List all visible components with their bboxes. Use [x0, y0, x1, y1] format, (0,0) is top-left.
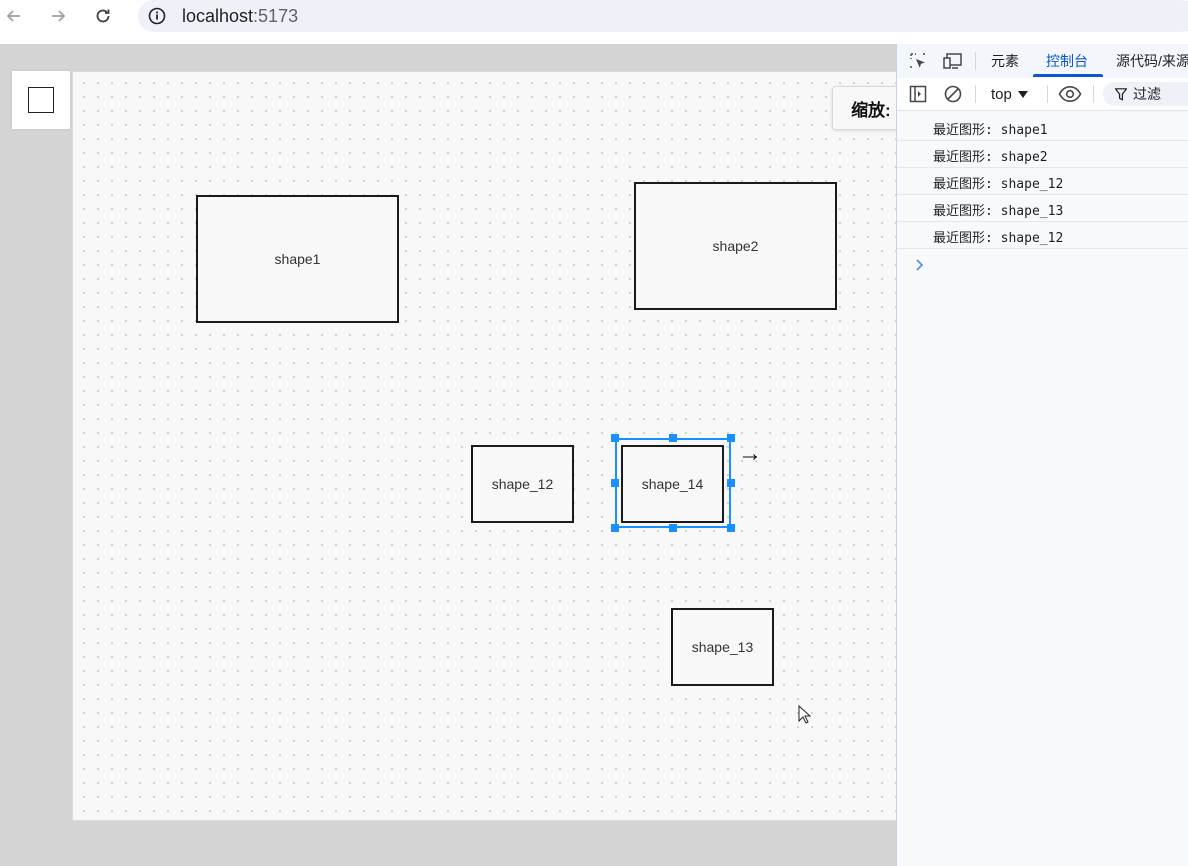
tab-console[interactable]: 控制台: [1046, 51, 1088, 71]
shape-palette[interactable]: [12, 71, 70, 129]
arrow-left-icon: [6, 10, 20, 22]
resize-handle-se[interactable]: [727, 524, 735, 532]
devtools-panel: 元素 控制台 源代码/来源 top 过滤 最近图形: shape1 最近图形: …: [896, 44, 1188, 866]
shape-node[interactable]: shape_13: [671, 608, 774, 686]
sidebar-toggle-icon[interactable]: [907, 83, 929, 105]
active-tab-indicator: [1033, 74, 1103, 77]
console-log-line: 最近图形: shape1: [897, 114, 1188, 141]
resize-handle-n[interactable]: [669, 434, 677, 442]
browser-toolbar: localhost:5173: [0, 0, 1188, 44]
resize-handle-s[interactable]: [669, 524, 677, 532]
context-selector[interactable]: top: [991, 86, 1028, 103]
console-log-line: 最近图形: shape_13: [897, 195, 1188, 222]
console-filter-input[interactable]: 过滤: [1103, 82, 1188, 106]
console-log-line: 最近图形: shape_12: [897, 222, 1188, 249]
filter-label: 过滤: [1133, 86, 1161, 102]
console-prompt-chevron-icon[interactable]: [915, 258, 925, 275]
arrow-right-icon: [52, 10, 66, 22]
url-port: :5173: [253, 6, 299, 26]
shape-node[interactable]: shape_12: [471, 445, 574, 523]
toolbar-divider: [975, 52, 976, 70]
url-host: localhost: [182, 6, 254, 26]
tab-sources[interactable]: 源代码/来源: [1116, 51, 1188, 71]
site-info-icon[interactable]: [146, 5, 168, 27]
device-toolbar-icon[interactable]: [941, 50, 965, 72]
devtools-tabbar: 元素 控制台 源代码/来源: [897, 44, 1188, 79]
shape-node-selected[interactable]: shape_14: [621, 445, 724, 523]
caret-down-icon: [1017, 90, 1028, 98]
inspect-element-icon[interactable]: [907, 50, 929, 72]
tab-elements[interactable]: 元素: [991, 51, 1019, 71]
resize-handle-ne[interactable]: [727, 434, 735, 442]
resize-handle-nw[interactable]: [611, 434, 619, 442]
rectangle-tool-icon[interactable]: [28, 87, 54, 113]
reload-icon: [96, 9, 110, 23]
toolbar-divider: [1047, 85, 1048, 103]
forward-button[interactable]: [46, 4, 70, 28]
resize-handle-e[interactable]: [727, 479, 735, 487]
console-log-line: 最近图形: shape_12: [897, 168, 1188, 195]
zoom-indicator: 缩放: 100%: [832, 86, 896, 130]
clear-console-icon[interactable]: [942, 83, 964, 105]
context-selector-value: top: [991, 86, 1012, 103]
reload-button[interactable]: [91, 4, 115, 28]
toolbar-divider: [975, 85, 976, 103]
console-toolbar: top 过滤: [897, 78, 1188, 111]
live-expression-eye-icon[interactable]: [1057, 83, 1083, 105]
resize-handle-sw[interactable]: [611, 524, 619, 532]
shape-node[interactable]: shape2: [634, 182, 837, 310]
drawing-canvas[interactable]: 缩放: 100% shape1 shape2 shape_12 shape_14…: [72, 71, 896, 821]
toolbar-divider: [1093, 85, 1094, 103]
back-button[interactable]: [2, 4, 26, 28]
url-text: localhost:5173: [182, 6, 298, 27]
editor-viewport: 缩放: 100% shape1 shape2 shape_12 shape_14…: [0, 44, 896, 866]
filter-funnel-icon: [1115, 87, 1127, 101]
shape-node[interactable]: shape1: [196, 195, 399, 323]
console-log-line: 最近图形: shape2: [897, 141, 1188, 168]
address-bar[interactable]: localhost:5173: [138, 0, 1188, 32]
mouse-cursor-icon: [798, 705, 812, 724]
connector-arrow-icon[interactable]: →: [738, 442, 762, 466]
resize-handle-w[interactable]: [611, 479, 619, 487]
